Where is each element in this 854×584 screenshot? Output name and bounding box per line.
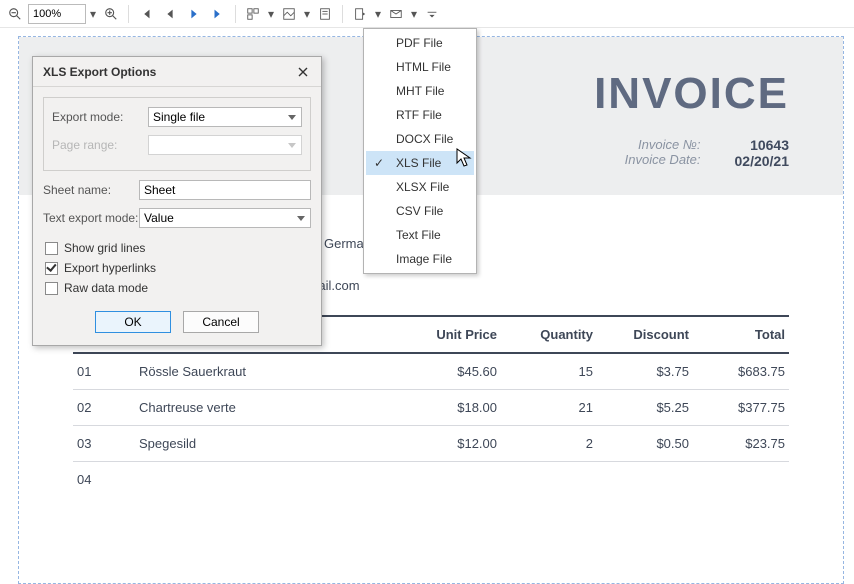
raw-checkbox[interactable]: Raw data mode: [43, 281, 311, 295]
text-export-label: Text export mode:: [43, 211, 139, 225]
toolbar: ▾ ▾ ▾ ▾ ▾: [0, 0, 854, 28]
email-dropdown-icon[interactable]: ▾: [409, 7, 419, 21]
customize-icon[interactable]: [421, 3, 443, 25]
multipage-icon[interactable]: [242, 3, 264, 25]
sheet-name-label: Sheet name:: [43, 183, 139, 197]
export-icon[interactable]: [349, 3, 371, 25]
invoice-number-label: Invoice №:: [625, 137, 701, 152]
table-row: 02Chartreuse verte$18.0021$5.25$377.75: [73, 390, 789, 426]
export-dialog: XLS Export Options Export mode:Single fi…: [32, 56, 322, 346]
export-menu-item[interactable]: XLSX File: [366, 175, 474, 199]
export-menu-item[interactable]: HTML File: [366, 55, 474, 79]
export-mode-select[interactable]: Single file: [148, 107, 302, 127]
cancel-button[interactable]: Cancel: [183, 311, 259, 333]
export-menu-item[interactable]: Image File: [366, 247, 474, 271]
zoom-out-icon[interactable]: [4, 3, 26, 25]
export-menu: PDF FileHTML FileMHT FileRTF FileDOCX Fi…: [363, 28, 477, 274]
background-icon[interactable]: [278, 3, 300, 25]
dialog-title: XLS Export Options: [43, 65, 156, 79]
trailing-pos: 04: [73, 462, 789, 497]
links-checkbox[interactable]: Export hyperlinks: [43, 261, 311, 275]
text-export-select[interactable]: Value: [139, 208, 311, 228]
background-dropdown-icon[interactable]: ▾: [302, 7, 312, 21]
watermark-icon[interactable]: [314, 3, 336, 25]
page-range-select: [148, 135, 302, 155]
sheet-name-input[interactable]: [139, 180, 311, 200]
table-row: 03Spegesild$12.002$0.50$23.75: [73, 426, 789, 462]
zoom-dropdown-icon[interactable]: ▾: [88, 7, 98, 21]
export-dropdown-icon[interactable]: ▾: [373, 7, 383, 21]
first-page-icon[interactable]: [135, 3, 157, 25]
col-disc: Discount: [597, 316, 693, 353]
export-mode-label: Export mode:: [52, 110, 148, 124]
table-row: 01Rössle Sauerkraut$45.6015$3.75$683.75: [73, 353, 789, 390]
col-total: Total: [693, 316, 789, 353]
export-menu-item[interactable]: Text File: [366, 223, 474, 247]
col-price: Unit Price: [401, 316, 501, 353]
email-icon[interactable]: [385, 3, 407, 25]
multipage-dropdown-icon[interactable]: ▾: [266, 7, 276, 21]
grid-checkbox[interactable]: Show grid lines: [43, 241, 311, 255]
invoice-number: 10643: [735, 137, 790, 153]
close-icon[interactable]: [295, 64, 311, 80]
invoice-date: 02/20/21: [735, 153, 790, 169]
next-page-icon[interactable]: [183, 3, 205, 25]
export-menu-item[interactable]: DOCX File: [366, 127, 474, 151]
zoom-in-icon[interactable]: [100, 3, 122, 25]
export-menu-item[interactable]: MHT File: [366, 79, 474, 103]
export-menu-item[interactable]: PDF File: [366, 31, 474, 55]
zoom-input[interactable]: [28, 4, 86, 24]
ok-button[interactable]: OK: [95, 311, 171, 333]
prev-page-icon[interactable]: [159, 3, 181, 25]
export-menu-item[interactable]: RTF File: [366, 103, 474, 127]
check-icon: ✓: [374, 156, 384, 170]
page-range-label: Page range:: [52, 138, 148, 152]
invoice-title: INVOICE: [594, 69, 789, 119]
last-page-icon[interactable]: [207, 3, 229, 25]
col-qty: Quantity: [501, 316, 597, 353]
export-menu-item[interactable]: CSV File: [366, 199, 474, 223]
export-menu-item[interactable]: ✓XLS File: [366, 151, 474, 175]
invoice-date-label: Invoice Date:: [625, 152, 701, 167]
